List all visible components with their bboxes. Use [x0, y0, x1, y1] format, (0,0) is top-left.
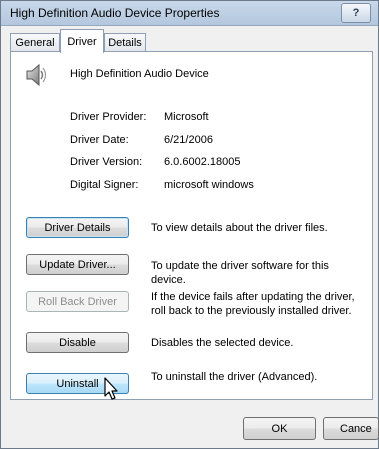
- help-button[interactable]: ?: [341, 3, 371, 23]
- driver-version-value: 6.0.6002.18005: [164, 156, 241, 168]
- tab-details[interactable]: Details: [104, 33, 146, 52]
- mouse-pointer-icon: [104, 377, 118, 400]
- driver-date-label: Driver Date:: [70, 134, 129, 146]
- update-driver-button[interactable]: Update Driver...: [26, 254, 129, 275]
- device-name: High Definition Audio Device: [70, 68, 209, 80]
- properties-dialog: High Definition Audio Device Properties …: [0, 0, 379, 449]
- window-title: High Definition Audio Device Properties: [10, 6, 220, 20]
- title-bar[interactable]: High Definition Audio Device Properties …: [1, 1, 378, 26]
- roll-back-driver-description: If the device fails after updating the d…: [151, 291, 355, 317]
- disable-button[interactable]: Disable: [26, 332, 129, 353]
- driver-provider-label: Driver Provider:: [70, 111, 147, 123]
- speaker-icon: [26, 63, 47, 87]
- digital-signer-value: microsoft windows: [164, 179, 254, 191]
- update-driver-description: To update the driver software for this d…: [151, 260, 329, 286]
- roll-back-driver-button[interactable]: Roll Back Driver: [26, 291, 129, 312]
- uninstall-description: To uninstall the driver (Advanced).: [151, 371, 318, 383]
- driver-details-button[interactable]: Driver Details: [26, 217, 129, 238]
- driver-details-description: To view details about the driver files.: [151, 222, 328, 234]
- driver-provider-value: Microsoft: [164, 111, 209, 123]
- driver-date-value: 6/21/2006: [164, 134, 213, 146]
- digital-signer-label: Digital Signer:: [70, 179, 139, 191]
- disable-description: Disables the selected device.: [151, 337, 294, 349]
- tab-general[interactable]: General: [10, 33, 60, 52]
- ok-button[interactable]: OK: [243, 417, 316, 440]
- tab-driver[interactable]: Driver: [60, 29, 104, 53]
- driver-version-label: Driver Version:: [70, 156, 143, 168]
- cancel-button[interactable]: Cance: [323, 417, 379, 440]
